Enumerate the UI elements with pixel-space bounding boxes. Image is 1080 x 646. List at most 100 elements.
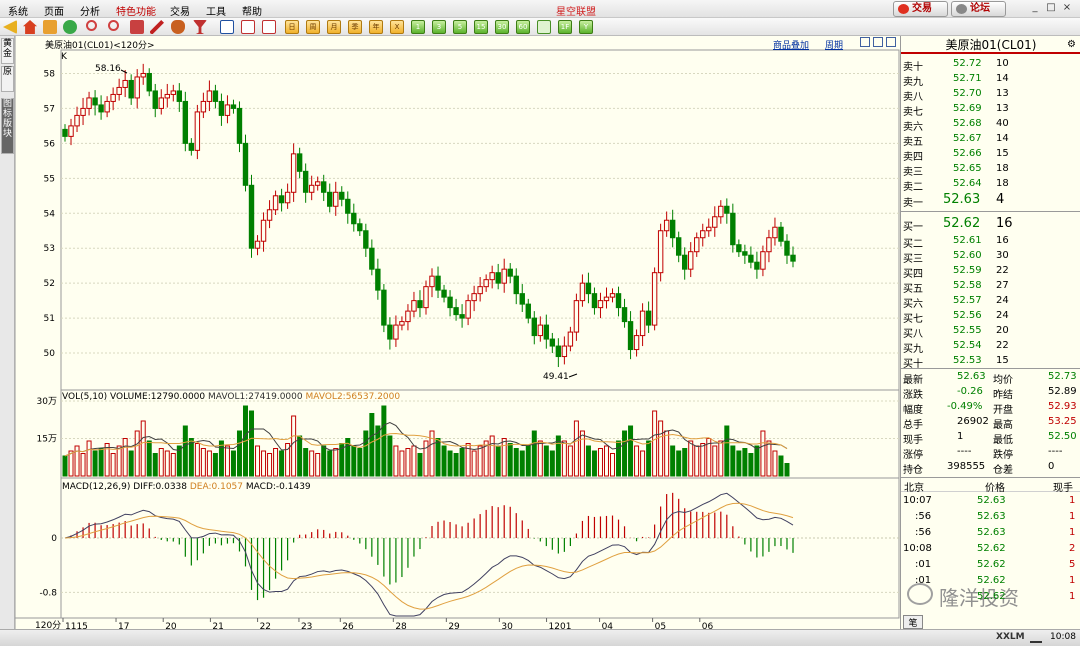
back-arrow-icon[interactable] [3, 20, 17, 34]
candle-body [615, 293, 622, 309]
candle-body [164, 93, 170, 99]
volume-bar [423, 440, 429, 477]
candle-body [682, 254, 688, 270]
volume-bar [134, 430, 140, 477]
ask-label: 卖六 [903, 122, 923, 133]
period-extra-button[interactable]: 1F [558, 20, 572, 34]
week-button[interactable]: 周 [306, 20, 320, 34]
volume-bar [224, 445, 230, 477]
period-60-button[interactable]: 60 [516, 20, 530, 34]
period-1-button[interactable]: 1 [411, 20, 425, 34]
stats-row: 最新 52.63 均价 52.73 [901, 370, 1080, 386]
close-icon[interactable]: × [1060, 2, 1074, 15]
tab-crude[interactable]: 原 [1, 66, 14, 92]
volume-bar [80, 453, 86, 477]
custom-button[interactable]: X [390, 20, 404, 34]
quote-panel: 美原油01(CL01) ⚙ 北京 价格 现手 隆洋投资 笔 卖十 52.72 10 卖… [900, 36, 1080, 634]
tab-ticks[interactable]: 笔 [903, 615, 923, 629]
candle-body [333, 191, 339, 207]
menu-trade[interactable]: 交易 [170, 3, 190, 18]
home-icon[interactable] [23, 20, 37, 34]
candle-body [411, 300, 417, 312]
paint-icon[interactable] [171, 20, 185, 34]
forum-button[interactable]: 论坛 [951, 1, 1006, 17]
candle-body [531, 317, 537, 337]
month-button[interactable]: 月 [327, 20, 341, 34]
candle-body [657, 230, 664, 274]
ask-price: 52.64 [953, 178, 982, 189]
tick-row: :01 52.62 5 [901, 558, 1080, 573]
period-5-button[interactable]: 5 [453, 20, 467, 34]
bid-row: 买二 52.61 16 [901, 234, 1080, 250]
volume-bar [68, 450, 74, 477]
period-3-button[interactable]: 3 [432, 20, 446, 34]
tick-row: 10:08 52.62 2 [901, 542, 1080, 557]
bid-label: 买三 [903, 254, 923, 265]
candle-body [555, 345, 562, 358]
candle-body [236, 107, 243, 144]
tick-time: :01 [915, 559, 932, 570]
candle-body [663, 219, 670, 232]
trade-button[interactable]: 交易 [893, 1, 948, 17]
menu-system[interactable]: 系统 [8, 3, 28, 18]
period-15-button[interactable]: 15 [474, 20, 488, 34]
zoom-out-icon[interactable] [108, 20, 119, 31]
cup-icon[interactable] [193, 20, 207, 34]
pen-icon[interactable] [150, 20, 164, 34]
quarter-button[interactable]: 季 [348, 20, 362, 34]
period-120-button-selected[interactable] [537, 20, 551, 34]
year-button[interactable]: 年 [369, 20, 383, 34]
settings-gear-icon[interactable]: ⚙ [1067, 39, 1076, 50]
minimize-icon[interactable]: _ [1028, 2, 1042, 15]
menu-analysis[interactable]: 分析 [80, 3, 100, 18]
maximize-icon[interactable]: □ [1044, 2, 1058, 15]
candle-body [248, 184, 255, 249]
ticks-header-qty: 现手 [1053, 483, 1073, 494]
menu-help[interactable]: 帮助 [242, 3, 262, 18]
menu-tools[interactable]: 工具 [206, 3, 226, 18]
refresh-icon[interactable] [63, 20, 77, 34]
candle-body [778, 226, 784, 242]
period-y-button[interactable]: Y [579, 20, 593, 34]
candle-body [766, 237, 772, 253]
chart-area[interactable]: 58 57 56 55 54 53 52 51 50 30万 15万 0 -0.8 1115 17 20 21 2… [15, 36, 900, 634]
bar-chart-icon[interactable] [262, 20, 276, 34]
expand-icon[interactable] [873, 37, 883, 47]
folder-icon[interactable] [43, 20, 57, 34]
price-tick-label: 51 [44, 314, 55, 324]
toolbar: 日 周 月 季 年 X 1 3 5 15 30 60 1F Y [0, 18, 1080, 36]
stat-label: 昨结 [993, 390, 1013, 401]
overlay-link[interactable]: 商品叠加 [773, 38, 809, 51]
tick-time: :56 [915, 511, 932, 522]
kline-chart[interactable]: 58575655545352515030万15万0-0.81115 17 20 21 2… [15, 36, 900, 634]
volume-bar [784, 463, 790, 477]
candle-body [423, 286, 429, 309]
menu-page[interactable]: 页面 [44, 3, 64, 18]
zoom-fit-icon[interactable] [860, 37, 870, 47]
bid-price: 52.58 [953, 280, 982, 291]
candle-body [92, 97, 98, 106]
volume-bar [616, 440, 622, 477]
tab-gold[interactable]: 黄金 [1, 38, 14, 64]
box-icon[interactable] [130, 20, 144, 34]
bid-label: 买四 [903, 269, 923, 280]
volume-bar [230, 450, 236, 477]
period-link[interactable]: 周期 [825, 38, 843, 51]
macd-params: MACD(12,26,9) [62, 482, 131, 492]
menu-bar: 系统 页面 分析 特色功能 交易 工具 帮助 星空联盟 交易 论坛 _ □ × [0, 0, 1080, 18]
volume-bar [369, 413, 375, 477]
day-button[interactable]: 日 [285, 20, 299, 34]
table-icon[interactable] [220, 20, 234, 34]
stat-value: 26902 [957, 416, 989, 427]
zoom-in-icon[interactable] [86, 20, 97, 31]
line-chart-icon[interactable] [241, 20, 255, 34]
ticks-header-price: 价格 [985, 483, 1005, 494]
bid-price: 52.55 [953, 325, 982, 336]
bid-price: 52.59 [953, 265, 982, 276]
period-30-button[interactable]: 30 [495, 20, 509, 34]
stats-row: 涨停 ---- 跌停 ---- [901, 445, 1080, 461]
tab-chart-section[interactable]: 图标版块 [1, 98, 14, 154]
menu-special[interactable]: 特色功能 [116, 3, 156, 18]
collapse-icon[interactable] [886, 37, 896, 47]
macd-panel [60, 477, 900, 619]
